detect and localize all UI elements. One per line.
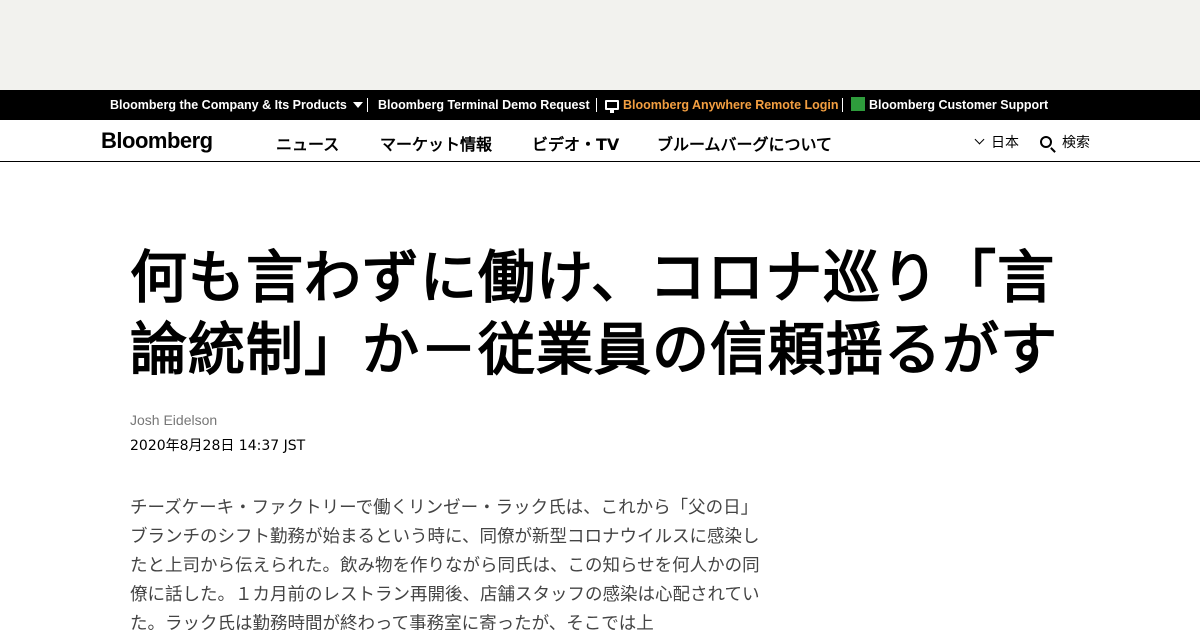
bloomberg-logo[interactable]: Bloomberg xyxy=(101,128,213,154)
customer-support-link[interactable]: Bloomberg Customer Support xyxy=(851,90,1048,120)
company-products-label: Bloomberg the Company & Its Products xyxy=(110,98,347,112)
nav-link-news[interactable]: ニュース xyxy=(276,131,339,155)
monitor-icon xyxy=(605,99,619,113)
search-icon xyxy=(1040,136,1052,148)
article-body: チーズケーキ・ファクトリーで働くリンゼー・ラック氏は、これから「父の日」ブランチ… xyxy=(130,498,760,630)
ad-banner xyxy=(0,0,1200,90)
nav-link-markets[interactable]: マーケット情報 xyxy=(380,131,492,155)
corporate-bar: Bloomberg the Company & Its Products Blo… xyxy=(0,90,1200,120)
caret-down-icon xyxy=(352,101,363,108)
divider xyxy=(842,98,843,112)
nav-link-video-tv[interactable]: ビデオ・TV xyxy=(532,131,619,155)
region-label: 日本 xyxy=(991,135,1019,151)
chevron-down-icon xyxy=(974,134,985,145)
headline-line-1: 何も言わずに働け、コロナ巡り「言 xyxy=(130,245,1056,311)
search-label: 検索 xyxy=(1062,135,1090,151)
company-products-menu[interactable]: Bloomberg the Company & Its Products xyxy=(110,90,363,120)
divider xyxy=(367,98,368,112)
help-key-icon xyxy=(851,96,865,111)
nav-link-about[interactable]: ブルームバーグについて xyxy=(657,131,832,155)
article-headline: 何も言わずに働け、コロナ巡り「言 論統制」か－従業員の信頼揺るがす xyxy=(130,242,1120,386)
publish-date: 2020年8月28日 14:37 JST xyxy=(130,438,306,454)
terminal-demo-link[interactable]: Bloomberg Terminal Demo Request xyxy=(378,90,590,120)
author-byline[interactable]: Josh Eidelson xyxy=(130,412,217,428)
divider xyxy=(596,98,597,112)
region-selector[interactable]: 日本 xyxy=(974,132,1019,152)
anywhere-login-label: Bloomberg Anywhere Remote Login xyxy=(623,98,839,112)
anywhere-login-link[interactable]: Bloomberg Anywhere Remote Login xyxy=(605,90,839,120)
customer-support-label: Bloomberg Customer Support xyxy=(869,98,1049,112)
main-nav: Bloomberg ニュース マーケット情報 ビデオ・TV ブルームバーグについ… xyxy=(0,120,1200,162)
search-button[interactable]: 検索 xyxy=(1040,132,1090,152)
headline-line-2: 論統制」か－従業員の信頼揺るがす xyxy=(130,317,1058,383)
